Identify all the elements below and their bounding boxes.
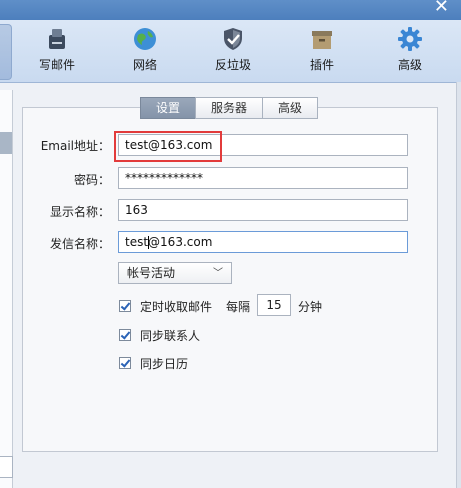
account-status-select[interactable]: 帐号活动 ﹀ [118, 262, 232, 284]
toolbar-antispam-button[interactable]: 反垃圾 [202, 26, 264, 78]
toolbar-plugins-label: 插件 [309, 58, 334, 72]
toolbar: 写邮件 网络 反垃圾 插件 高级 [0, 20, 461, 83]
sync-contacts-checkbox[interactable] [119, 329, 131, 341]
tab-advanced[interactable]: 高级 [262, 97, 319, 119]
toolbar-compose-label: 写邮件 [38, 58, 75, 72]
sender-name-field[interactable]: test@163.com [118, 231, 408, 253]
plugin-box-icon [312, 31, 332, 49]
email-highlight-box [114, 131, 222, 162]
toolbar-advanced-button[interactable]: 高级 [379, 26, 441, 78]
display-name-field[interactable]: 163 [118, 199, 408, 221]
interval-unit-label: 分钟 [298, 300, 323, 314]
globe-icon [134, 28, 156, 50]
auto-fetch-label: 定时收取邮件 [140, 300, 213, 314]
email-label: Email地址： [40, 139, 110, 153]
tab-settings[interactable]: 设置 [140, 97, 197, 119]
interval-prefix-label: 每隔 [226, 300, 251, 314]
sender-name-text-before: test [125, 235, 149, 249]
password-label: 密码： [73, 173, 110, 187]
settings-tabs: 设置 服务器 高级 [140, 97, 319, 119]
toolbar-left-handle[interactable] [0, 24, 12, 80]
sender-name-text-after: @163.com [148, 235, 213, 249]
toolbar-advanced-label: 高级 [397, 58, 422, 72]
sync-calendar-checkbox[interactable] [119, 357, 131, 369]
toolbar-network-button[interactable]: 网络 [114, 26, 176, 78]
window-right-edge [456, 82, 461, 488]
tab-server[interactable]: 服务器 [195, 97, 264, 119]
sender-name-label: 发信名称： [49, 237, 110, 251]
chevron-down-icon: ﹀ [213, 268, 223, 279]
password-field[interactable]: ************* [118, 167, 408, 189]
toolbar-network-label: 网络 [132, 58, 157, 72]
toolbar-compose-button[interactable]: 写邮件 [26, 26, 88, 78]
gear-icon [398, 27, 422, 51]
auto-fetch-checkbox[interactable] [119, 300, 131, 312]
compose-icon [49, 29, 65, 49]
close-icon[interactable]: ✕ [434, 0, 449, 17]
shield-icon [224, 28, 242, 50]
account-list-button[interactable] [0, 456, 13, 478]
toolbar-plugins-button[interactable]: 插件 [291, 26, 353, 78]
account-list-selected-item[interactable] [0, 132, 12, 154]
interval-input[interactable]: 15 [257, 294, 291, 316]
account-status-value: 帐号活动 [127, 266, 176, 280]
title-bar: ✕ [0, 0, 461, 20]
toolbar-antispam-label: 反垃圾 [214, 58, 251, 72]
sync-calendar-label: 同步日历 [140, 357, 189, 371]
sync-contacts-label: 同步联系人 [140, 329, 201, 343]
display-name-label: 显示名称： [49, 205, 110, 219]
